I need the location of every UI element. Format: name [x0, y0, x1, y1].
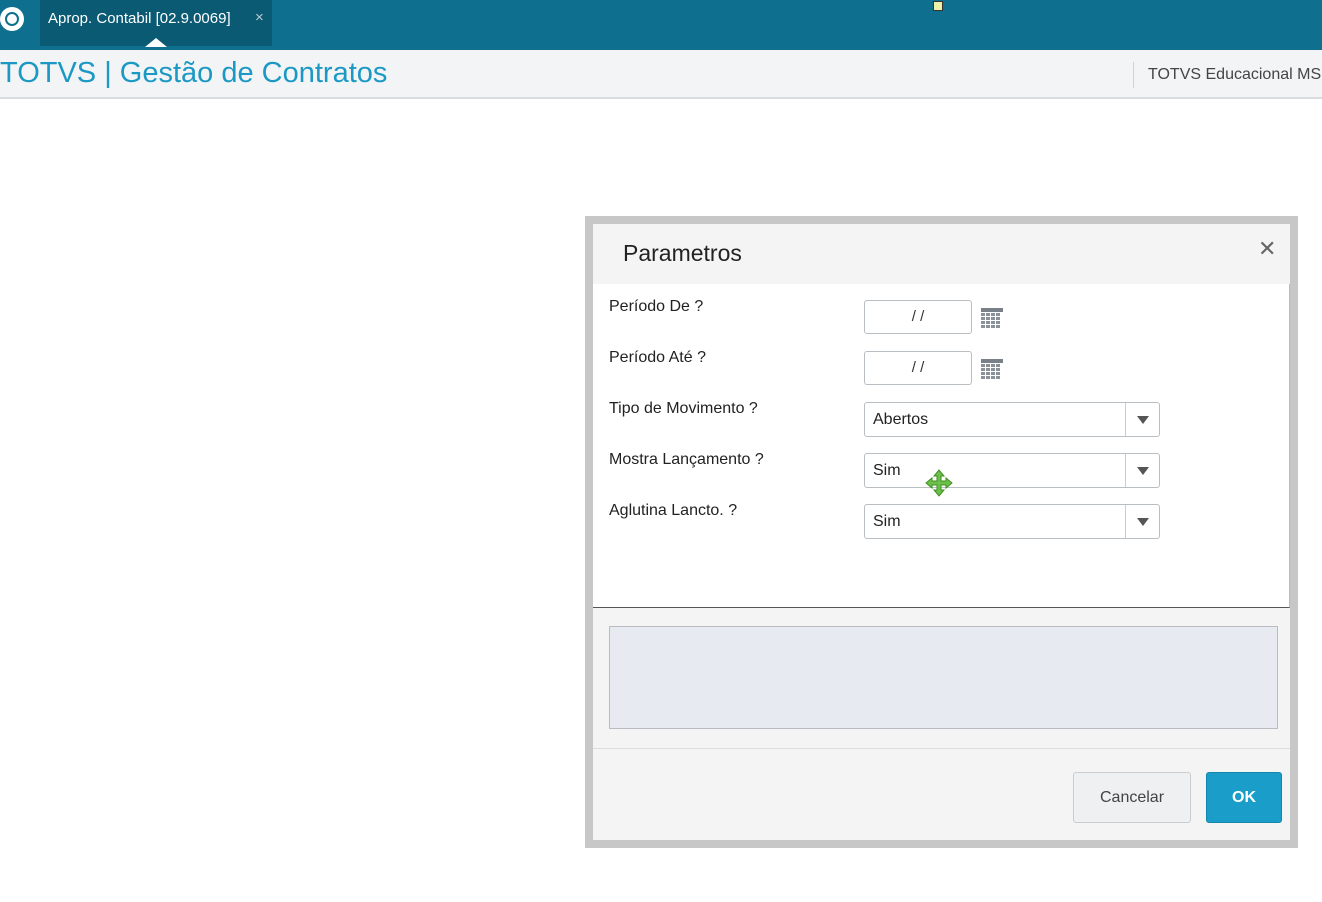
periodo-ate-input[interactable]: / / — [864, 351, 972, 385]
parameters-form: Período De ? / / Período Até ? / / Tipo … — [593, 284, 1290, 608]
top-bar: Aprop. Contabil [02.9.0069] × — [0, 0, 1322, 50]
close-icon[interactable]: ✕ — [1258, 236, 1276, 262]
tipo-movimento-select[interactable]: Abertos — [864, 402, 1160, 437]
footer-divider — [593, 748, 1290, 749]
dialog-title: Parametros — [623, 240, 742, 266]
mostra-lancamento-select[interactable]: Sim — [864, 453, 1160, 488]
cancel-button[interactable]: Cancelar — [1073, 772, 1191, 823]
tab-label: Aprop. Contabil [02.9.0069] — [48, 10, 231, 27]
company-name[interactable]: TOTVS Educacional MS — [1148, 66, 1321, 84]
dialog-body: Parametros ✕ Período De ? / / Período At… — [593, 224, 1290, 840]
totvs-logo-icon[interactable] — [0, 7, 24, 31]
aglutina-lancto-label: Aglutina Lancto. ? — [609, 502, 738, 519]
periodo-ate-label: Período Até ? — [609, 349, 706, 366]
ok-button[interactable]: OK — [1206, 772, 1282, 823]
parameters-dialog: Parametros ✕ Período De ? / / Período At… — [585, 216, 1298, 848]
calendar-icon[interactable] — [981, 308, 1003, 328]
select-value: Sim — [873, 462, 901, 479]
app-header: TOTVS | Gestão de Contratos TOTVS Educac… — [0, 50, 1322, 99]
periodo-de-input[interactable]: / / — [864, 300, 972, 334]
tab-close-icon[interactable]: × — [255, 9, 264, 26]
tab-aprop-contabil[interactable]: Aprop. Contabil [02.9.0069] × — [40, 0, 272, 47]
header-divider — [1133, 62, 1134, 88]
aglutina-lancto-select[interactable]: Sim — [864, 504, 1160, 539]
dropdown-button[interactable] — [1125, 454, 1159, 487]
select-value: Sim — [873, 513, 901, 530]
calendar-icon[interactable] — [981, 359, 1003, 379]
tipo-movimento-label: Tipo de Movimento ? — [609, 400, 758, 417]
dropdown-button[interactable] — [1125, 505, 1159, 538]
move-cursor-icon — [925, 469, 953, 497]
mostra-lancamento-label: Mostra Lançamento ? — [609, 451, 764, 468]
resize-handle[interactable] — [933, 1, 943, 11]
tab-pointer-icon — [145, 38, 167, 47]
app-title: TOTVS | Gestão de Contratos — [0, 57, 388, 89]
chevron-down-icon — [1137, 518, 1149, 526]
chevron-down-icon — [1137, 467, 1149, 475]
periodo-de-label: Período De ? — [609, 298, 704, 315]
help-text-area — [609, 626, 1278, 729]
dropdown-button[interactable] — [1125, 403, 1159, 436]
chevron-down-icon — [1137, 416, 1149, 424]
select-value: Abertos — [873, 411, 929, 428]
